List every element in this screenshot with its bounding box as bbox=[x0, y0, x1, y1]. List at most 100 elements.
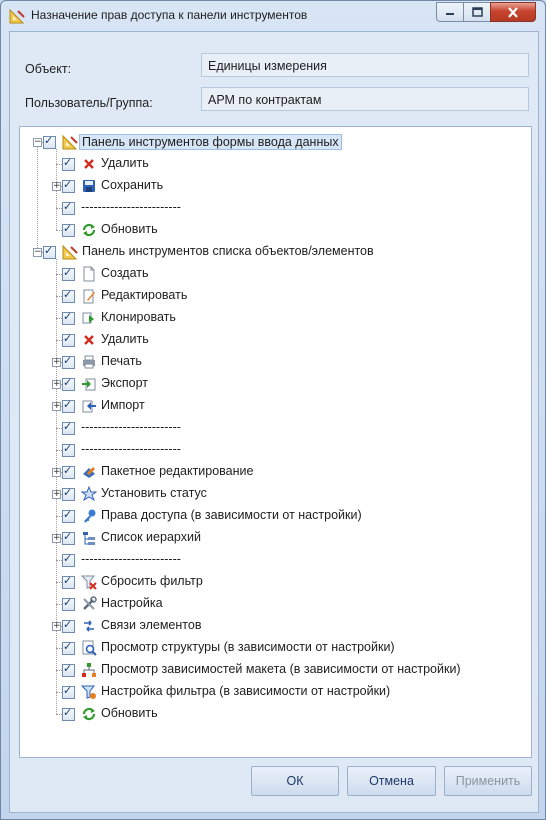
checkbox[interactable] bbox=[43, 244, 56, 259]
checkbox[interactable] bbox=[62, 464, 75, 479]
close-button[interactable] bbox=[490, 2, 536, 22]
tree-group-node[interactable]: − Панель инструментов списка объектов/эле… bbox=[20, 241, 531, 263]
checkbox[interactable] bbox=[62, 200, 75, 215]
tree-item-label: ------------------------ bbox=[81, 420, 181, 434]
tree-item[interactable]: Создать bbox=[20, 263, 531, 285]
set-status-icon bbox=[81, 486, 97, 502]
tree-item-label: Редактировать bbox=[101, 288, 188, 302]
checkbox[interactable] bbox=[62, 266, 75, 281]
tree-item[interactable]: Права доступа (в зависимости от настройк… bbox=[20, 505, 531, 527]
expand-icon[interactable]: + bbox=[52, 380, 61, 389]
checkbox[interactable] bbox=[62, 310, 75, 325]
collapse-icon[interactable]: − bbox=[33, 138, 42, 147]
tree-item[interactable]: Редактировать bbox=[20, 285, 531, 307]
checkbox[interactable] bbox=[62, 574, 75, 589]
expand-icon[interactable]: + bbox=[52, 402, 61, 411]
tree-item[interactable]: Клонировать bbox=[20, 307, 531, 329]
reset-filter-icon bbox=[81, 575, 97, 590]
tree-item[interactable]: + Печать bbox=[20, 351, 531, 373]
tree-item[interactable]: Обновить bbox=[20, 219, 531, 241]
tree-item[interactable]: Сбросить фильтр bbox=[20, 571, 531, 593]
ok-button[interactable]: ОК bbox=[251, 766, 339, 796]
tree-item[interactable]: Удалить bbox=[20, 153, 531, 175]
checkbox[interactable] bbox=[62, 332, 75, 347]
tree-item-label: Импорт bbox=[101, 398, 145, 412]
checkbox[interactable] bbox=[62, 618, 75, 633]
checkbox[interactable] bbox=[62, 640, 75, 655]
checkbox[interactable] bbox=[62, 684, 75, 699]
view-structure-icon bbox=[82, 640, 97, 656]
cancel-button[interactable]: Отмена bbox=[347, 766, 436, 796]
tree-item-label: Просмотр структуры (в зависимости от нас… bbox=[101, 640, 395, 654]
tree-item[interactable]: + Сохранить bbox=[20, 175, 531, 197]
key-icon bbox=[84, 509, 96, 523]
checkbox[interactable] bbox=[62, 442, 75, 457]
tree-item[interactable]: Удалить bbox=[20, 329, 531, 351]
tree-item-label: Просмотр зависимостей макета (в зависимо… bbox=[101, 662, 461, 676]
checkbox[interactable] bbox=[62, 376, 75, 391]
checkbox[interactable] bbox=[62, 178, 75, 193]
checkbox[interactable] bbox=[62, 530, 75, 545]
links-icon bbox=[84, 620, 94, 632]
tree-item[interactable]: ------------------------ bbox=[20, 549, 531, 571]
expand-icon[interactable]: + bbox=[52, 534, 61, 543]
checkbox[interactable] bbox=[62, 420, 75, 435]
maximize-button[interactable] bbox=[463, 2, 491, 22]
tree-item-label: Обновить bbox=[101, 706, 158, 720]
tree-item[interactable]: + Связи элементов bbox=[20, 615, 531, 637]
tree-item[interactable]: Настройка фильтра (в зависимости от наст… bbox=[20, 681, 531, 703]
checkbox[interactable] bbox=[62, 222, 75, 237]
tree-item-label: ------------------------ bbox=[81, 442, 181, 456]
checkbox[interactable] bbox=[62, 596, 75, 611]
tree-group-node[interactable]: − Панель инструментов формы ввода данных bbox=[20, 131, 531, 153]
checkbox[interactable] bbox=[62, 354, 75, 369]
tree-item-label: ------------------------ bbox=[81, 200, 181, 214]
export-icon bbox=[82, 378, 96, 391]
object-field[interactable]: Единицы измерения bbox=[201, 53, 529, 77]
tree-item[interactable]: Просмотр структуры (в зависимости от нас… bbox=[20, 637, 531, 659]
tree-item[interactable]: ------------------------ bbox=[20, 417, 531, 439]
checkbox[interactable] bbox=[62, 398, 75, 413]
permissions-tree[interactable]: − Панель инструментов формы ввода данных У… bbox=[19, 126, 532, 758]
apply-button[interactable]: Применить bbox=[444, 766, 532, 796]
tree-item[interactable]: Просмотр зависимостей макета (в зависимо… bbox=[20, 659, 531, 681]
tree-item-label: Панель инструментов формы ввода данных bbox=[79, 134, 342, 150]
create-icon bbox=[83, 266, 95, 282]
expand-icon[interactable]: + bbox=[52, 182, 61, 191]
checkbox[interactable] bbox=[62, 508, 75, 523]
checkbox[interactable] bbox=[62, 662, 75, 677]
tree-item[interactable]: + Пакетное редактирование bbox=[20, 461, 531, 483]
checkbox[interactable] bbox=[43, 134, 56, 149]
tree-item[interactable]: + Экспорт bbox=[20, 373, 531, 395]
tree-item-label: Настройка bbox=[101, 596, 163, 610]
tree-item[interactable]: Обновить bbox=[20, 703, 531, 725]
minimize-icon bbox=[446, 13, 454, 15]
title-bar[interactable]: Назначение прав доступа к панели инструм… bbox=[1, 1, 545, 31]
expand-icon[interactable]: + bbox=[52, 490, 61, 499]
object-label: Объект: bbox=[25, 62, 72, 76]
tree-item-label: Пакетное редактирование bbox=[101, 464, 254, 478]
tree-item-label: Удалить bbox=[101, 156, 149, 170]
tree-item[interactable]: Настройка bbox=[20, 593, 531, 615]
minimize-button[interactable] bbox=[436, 2, 464, 22]
checkbox[interactable] bbox=[62, 706, 75, 721]
tree-item-label: Связи элементов bbox=[101, 618, 202, 632]
tree-item[interactable]: ------------------------ bbox=[20, 439, 531, 461]
checkbox[interactable] bbox=[62, 156, 75, 171]
delete-icon bbox=[84, 159, 94, 169]
tree-item[interactable]: ------------------------ bbox=[20, 197, 531, 219]
expand-icon[interactable]: + bbox=[52, 468, 61, 477]
tree-item[interactable]: + Список иерархий bbox=[20, 527, 531, 549]
user-group-field[interactable]: АРМ по контрактам bbox=[201, 87, 529, 111]
checkbox[interactable] bbox=[62, 288, 75, 303]
checkbox[interactable] bbox=[62, 486, 75, 501]
tree-item-label: Список иерархий bbox=[101, 530, 201, 544]
expand-icon[interactable]: + bbox=[52, 358, 61, 367]
tree-item[interactable]: + Импорт bbox=[20, 395, 531, 417]
checkbox[interactable] bbox=[62, 552, 75, 567]
tree-item[interactable]: + Установить статус bbox=[20, 483, 531, 505]
save-icon bbox=[83, 180, 95, 192]
user-group-label: Пользователь/Группа: bbox=[25, 96, 153, 110]
collapse-icon[interactable]: − bbox=[33, 248, 42, 257]
expand-icon[interactable]: + bbox=[52, 622, 61, 631]
